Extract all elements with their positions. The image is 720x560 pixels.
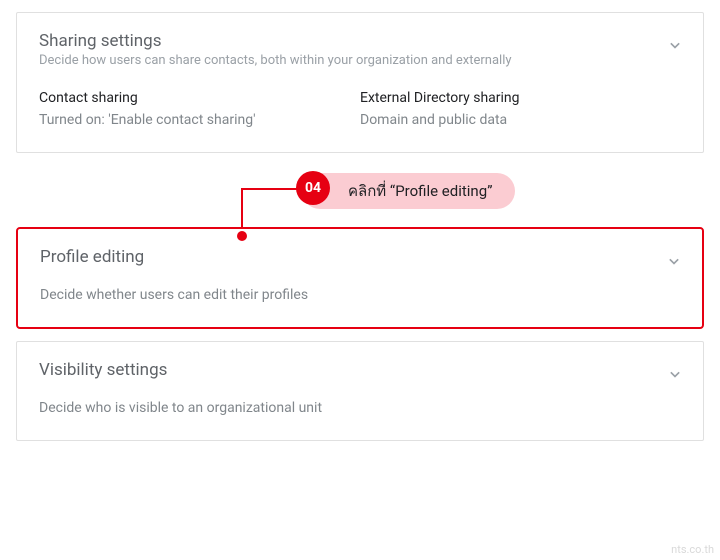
chevron-down-icon[interactable] — [665, 364, 685, 384]
chevron-down-icon[interactable] — [665, 35, 685, 55]
callout-pill: คลิกที่ “Profile editing” — [302, 173, 515, 209]
column-value: Domain and public data — [360, 112, 681, 128]
sharing-settings-card[interactable]: Sharing settings Decide how users can sh… — [16, 12, 704, 153]
watermark: nts.co.th — [671, 543, 714, 556]
step-number: 04 — [305, 180, 321, 196]
step-callout: คลิกที่ “Profile editing” 04 — [16, 169, 704, 227]
leader-dot — [237, 231, 247, 241]
card-title: Profile editing — [40, 247, 680, 267]
card-description: Decide whether users can edit their prof… — [40, 287, 680, 303]
card-description: Decide who is visible to an organization… — [39, 400, 681, 416]
column-label: Contact sharing — [39, 90, 360, 106]
chevron-down-icon[interactable] — [664, 251, 684, 271]
step-number-badge: 04 — [296, 171, 330, 205]
leader-line-horizontal — [241, 188, 297, 190]
card-title: Visibility settings — [39, 360, 681, 380]
callout-text: คลิกที่ “Profile editing” — [348, 182, 493, 200]
external-directory-column: External Directory sharing Domain and pu… — [360, 90, 681, 128]
card-title: Sharing settings — [39, 31, 681, 51]
profile-editing-card[interactable]: Profile editing Decide whether users can… — [16, 227, 704, 329]
column-value: Turned on: 'Enable contact sharing' — [39, 112, 360, 128]
visibility-settings-card[interactable]: Visibility settings Decide who is visibl… — [16, 341, 704, 441]
column-label: External Directory sharing — [360, 90, 681, 106]
sharing-columns: Contact sharing Turned on: 'Enable conta… — [39, 90, 681, 128]
card-subtitle: Decide how users can share contacts, bot… — [39, 53, 681, 68]
contact-sharing-column: Contact sharing Turned on: 'Enable conta… — [39, 90, 360, 128]
